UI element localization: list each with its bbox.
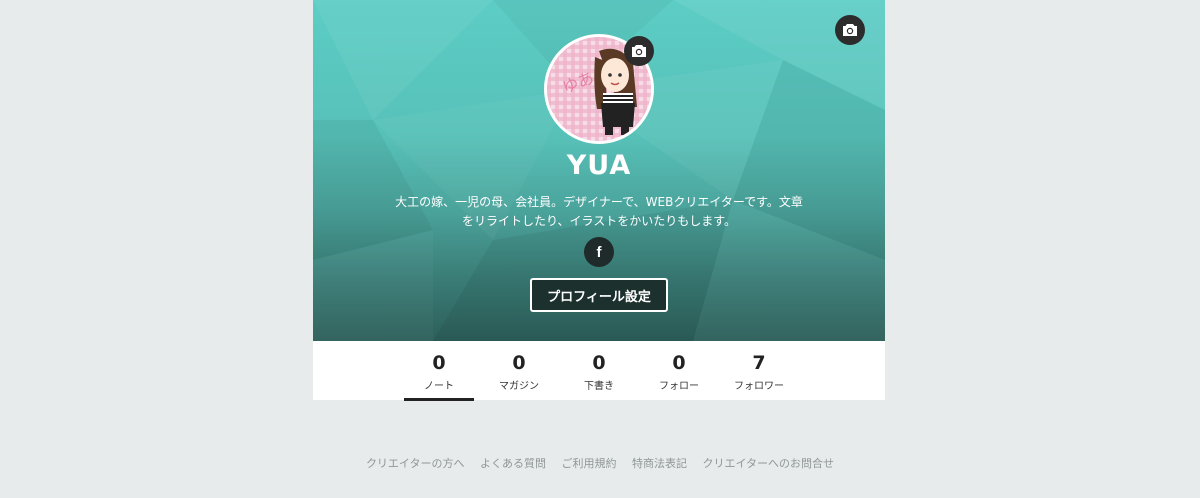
stat-label: マガジン xyxy=(499,381,539,392)
footer-link-faq[interactable]: よくある質問 xyxy=(480,457,546,470)
stat-label: フォロー xyxy=(659,381,699,392)
profile-card: ゆあ YUA 大工の嫁、一児の母、会社員。デザイナーで、WEBクリエイターです。… xyxy=(313,0,885,401)
stat-label: ノート xyxy=(424,381,454,392)
footer-link-commerce-law[interactable]: 特商法表記 xyxy=(632,457,687,470)
stat-count: 0 xyxy=(672,352,686,374)
stat-count: 0 xyxy=(512,352,526,374)
stat-count: 7 xyxy=(752,352,766,374)
stats-bar: 0 ノート 0 マガジン 0 下書き 0 フォロー 7 フォロワー xyxy=(313,341,885,401)
stat-following[interactable]: 0 フォロー xyxy=(644,341,714,398)
stat-count: 0 xyxy=(592,352,606,374)
stat-count: 0 xyxy=(432,352,446,374)
stat-notes[interactable]: 0 ノート xyxy=(404,341,474,401)
bio-line-2: をリライトしたり、イラストをかいたりもします。 xyxy=(461,214,737,228)
cover-camera-button[interactable] xyxy=(835,15,865,45)
footer-link-terms[interactable]: ご利用規約 xyxy=(562,457,617,470)
profile-bio: 大工の嫁、一児の母、会社員。デザイナーで、WEBクリエイターです。文章 をリライ… xyxy=(389,193,809,231)
stat-followers[interactable]: 7 フォロワー xyxy=(724,341,794,398)
stat-magazines[interactable]: 0 マガジン xyxy=(484,341,554,398)
footer-link-contact[interactable]: クリエイターへのお問合せ xyxy=(703,457,835,470)
profile-settings-button[interactable]: プロフィール設定 xyxy=(530,278,668,312)
cover-image: ゆあ YUA 大工の嫁、一児の母、会社員。デザイナーで、WEBクリエイターです。… xyxy=(313,0,885,341)
camera-icon xyxy=(632,45,646,57)
stat-drafts[interactable]: 0 下書き xyxy=(564,341,634,398)
bio-line-1: 大工の嫁、一児の母、会社員。デザイナーで、WEBクリエイターです。文章 xyxy=(395,195,803,209)
camera-icon xyxy=(843,24,857,36)
avatar-container: ゆあ xyxy=(544,34,654,144)
profile-name: YUA xyxy=(566,150,632,181)
stat-label: フォロワー xyxy=(734,381,784,392)
facebook-icon[interactable]: f xyxy=(584,237,614,267)
footer-link-creators[interactable]: クリエイターの方へ xyxy=(366,457,465,470)
stat-label: 下書き xyxy=(584,381,614,392)
footer-links: クリエイターの方へ よくある質問 ご利用規約 特商法表記 クリエイターへのお問合… xyxy=(0,455,1200,471)
avatar-camera-button[interactable] xyxy=(624,36,654,66)
